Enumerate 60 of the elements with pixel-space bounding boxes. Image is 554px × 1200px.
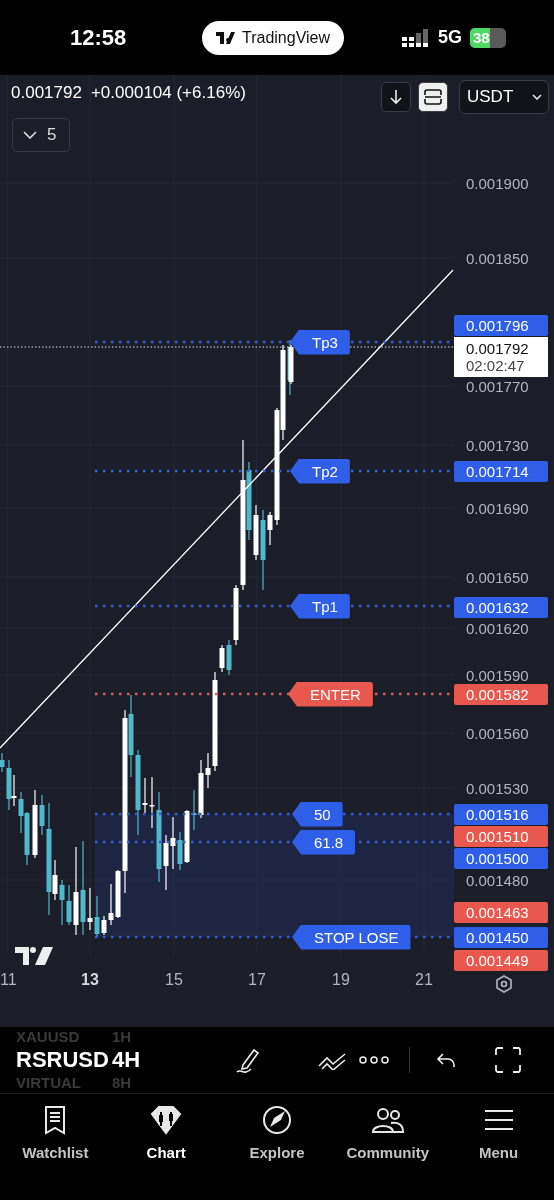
price-tick: 0.001560 [466,724,529,742]
price-tick: 0.001530 [466,779,529,797]
price-tick: 0.001650 [466,568,529,586]
app-pill[interactable]: TradingView [201,20,344,55]
clock-time: 12:58 [70,24,128,51]
down-arrow-icon [389,89,403,105]
time-tick: 19 [332,971,350,989]
price-tag: 0.001516 [454,803,548,825]
currency-dropdown[interactable]: USDT [459,80,549,114]
last-price: 0.001792 [11,83,82,103]
time-tick: 15 [165,971,183,989]
price-tag: 0.001463 [454,901,548,923]
level-label: Tp1 [290,593,350,619]
level-label: Tp2 [290,458,350,484]
price-tick: 0.001850 [466,249,529,267]
fullscreen-icon[interactable] [493,1045,523,1075]
bar-countdown: 02:02:47 [466,357,526,374]
price-tag: 0.001714 [454,460,548,482]
level-label: STOP LOSE [292,924,411,950]
logo-icon [15,947,53,965]
settings-icon[interactable] [496,975,512,993]
logo-icon [215,31,236,44]
frame-icon [424,89,442,105]
nav-tab[interactable]: Community [332,1102,444,1161]
level-label: Tp3 [290,329,350,355]
chevron-down-icon [23,131,37,139]
price-tick: 0.001730 [466,436,529,454]
battery-icon: 38 [470,27,506,48]
indicators-toggle[interactable]: 5 [12,118,70,152]
price-change: +0.000104 (+6.16%) [90,83,246,103]
current-price: 0.001792 [466,340,530,357]
price-tag: 0.001796 [454,314,548,336]
time-tick: 13 [81,971,99,989]
symbol-picker-item[interactable]: RSRUSD4H [16,1045,216,1075]
price-tick: 0.001620 [466,619,529,637]
nav-tab[interactable]: Watchlist [0,1102,111,1161]
level-label: 50 [292,801,343,827]
price-tag: 0.001632 [454,596,548,618]
scroll-down-button[interactable] [381,82,411,112]
nav-tab[interactable]: Menu [443,1102,554,1161]
price-tag: 0.001449 [454,949,548,971]
nav-tab[interactable]: Chart [110,1102,222,1161]
nav-tab[interactable]: Explore [221,1102,333,1161]
price-tick: 0.001590 [466,666,529,684]
price-tag: 0.001582 [454,683,548,705]
price-tick: 0.001690 [466,499,529,517]
level-label: ENTER [288,681,373,707]
time-tick: 17 [248,971,266,989]
price-tick: 0.001480 [466,871,529,889]
price-tag: 0.001510 [454,825,548,847]
signal-icon [402,28,430,47]
price-tick: 0.001900 [466,174,529,192]
price-tick: 0.001770 [466,377,529,395]
price-tag: 0.001450 [454,926,548,948]
price-tag: 0.001500 [454,847,548,869]
time-tick: 21 [415,971,433,989]
time-tick: 11 [0,971,17,989]
chevron-down-icon [532,94,542,100]
network-label: 5G [438,27,462,48]
frame-button[interactable] [418,82,448,112]
